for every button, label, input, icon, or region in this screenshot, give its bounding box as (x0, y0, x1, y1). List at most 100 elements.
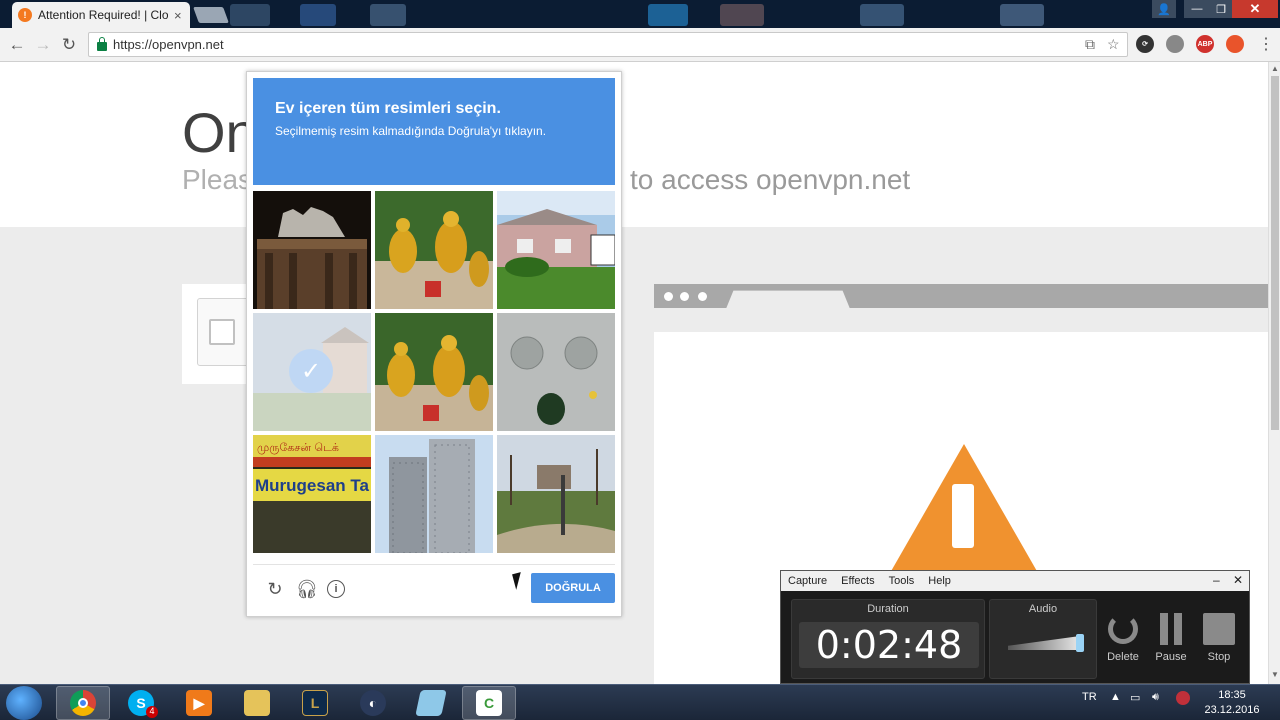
tab-title: Attention Required! | Clo (38, 8, 168, 22)
page-subtitle-left: Pleas (182, 164, 253, 195)
network-icon[interactable]: ▭ (1130, 691, 1140, 704)
background-window-blur (648, 4, 688, 26)
recaptcha-dialog: Ev içeren tüm resimleri seçin. Seçilmemi… (246, 71, 622, 617)
warning-exclamation (952, 484, 974, 548)
audio-level-meter (1008, 636, 1080, 650)
back-arrow-icon[interactable]: ← (6, 34, 28, 56)
image-tile[interactable] (375, 313, 493, 431)
background-window-blur (1000, 4, 1044, 26)
scrollbar-thumb[interactable] (1271, 76, 1279, 430)
volume-icon[interactable]: 🔊︎ (1152, 691, 1159, 704)
forward-arrow-icon[interactable]: → (32, 34, 54, 56)
recorder-minimize-button[interactable]: – (1213, 573, 1220, 587)
bookmark-star-icon[interactable]: ☆ (1107, 36, 1120, 53)
tab-attention-required[interactable]: ! Attention Required! | Clo × (12, 2, 190, 28)
image-tile[interactable] (253, 191, 371, 309)
audio-label: Audio (1028, 603, 1058, 615)
tray-app-icon[interactable] (1176, 691, 1190, 705)
start-button-windows-icon[interactable] (6, 686, 42, 720)
scroll-up-icon[interactable]: ▲ (1271, 64, 1279, 73)
lightbulb-extension-icon[interactable] (1166, 35, 1184, 53)
close-window-button[interactable]: ✕ (1232, 0, 1278, 18)
recaptcha-title: Ev içeren tüm resimleri seçin. (275, 100, 501, 117)
hero-section: On Pleas to access openvpn.net (0, 62, 1268, 227)
taskbar-league-client[interactable]: L (288, 686, 342, 720)
skype-badge: 4 (146, 706, 158, 718)
browser-titlebar: ! Attention Required! | Clo × 👤 — ❐ ✕ (0, 0, 1280, 28)
illustration-dot (698, 292, 707, 301)
image-tile[interactable] (497, 191, 615, 309)
screen-recorder-widget: Capture Effects Tools Help – ✕ Duration … (780, 570, 1250, 684)
recaptcha-instruction: Seçilmemiş resim kalmadığında Doğrula'yı… (275, 124, 547, 138)
chrome-icon (70, 690, 96, 716)
camtasia-icon: C (476, 690, 502, 716)
language-indicator[interactable]: TR (1082, 691, 1097, 703)
verify-button[interactable]: DOĞRULA (531, 573, 615, 603)
maximize-button[interactable]: ❐ (1210, 0, 1232, 18)
illustration-dot (664, 292, 673, 301)
image-tile[interactable] (497, 313, 615, 431)
taskbar-app-glass[interactable] (404, 686, 458, 720)
stop-button[interactable]: Stop (1197, 611, 1241, 663)
image-tile[interactable]: முருகேசன் டெக் Murugesan Ta (253, 435, 371, 553)
translate-icon[interactable]: ⧉ (1085, 36, 1095, 53)
shop-sign-text: Murugesan Ta (255, 476, 370, 495)
pause-label: Pause (1155, 651, 1187, 663)
duration-display: 0:02:48 (799, 622, 979, 668)
reload-challenge-icon[interactable]: ↻ (263, 577, 287, 601)
captcha-checkbox[interactable] (209, 319, 235, 345)
teamspeak-icon: ◐ (360, 690, 386, 716)
recorder-close-button[interactable]: ✕ (1233, 573, 1243, 587)
windows-taskbar: S 4 ▶ L ◐ C TR ▲ ▭ 🔊︎ 18:35 23.12.2016 (0, 684, 1280, 720)
sync-extension-icon[interactable]: ⟳ (1136, 35, 1154, 53)
delete-button[interactable]: Delete (1101, 611, 1145, 663)
reload-icon[interactable]: ↻ (58, 34, 80, 56)
duration-label: Duration (867, 603, 909, 615)
url-text: https://openvpn.net (113, 37, 224, 52)
audio-volume-slider[interactable] (1076, 634, 1084, 652)
taskbar-file-explorer[interactable] (230, 686, 284, 720)
menu-help[interactable]: Help (928, 575, 951, 587)
audio-challenge-icon[interactable]: 🎧︎ (295, 577, 319, 601)
new-tab-button[interactable] (193, 7, 229, 23)
taskbar-media-player[interactable]: ▶ (172, 686, 226, 720)
image-tile[interactable] (375, 435, 493, 553)
taskbar-teamspeak[interactable]: ◐ (346, 686, 400, 720)
background-window-blur (860, 4, 904, 26)
menu-effects[interactable]: Effects (841, 575, 874, 587)
image-grid: ✓ முருகேசன் டெக் Murugesan Ta (253, 191, 617, 555)
scroll-down-icon[interactable]: ▼ (1271, 670, 1279, 679)
page-scrollbar[interactable]: ▲ ▼ (1268, 62, 1280, 684)
tab-close-icon[interactable]: × (174, 8, 182, 23)
address-bar[interactable]: https://openvpn.net ⧉ ☆ (88, 32, 1128, 57)
adblock-plus-icon[interactable]: ABP (1196, 35, 1214, 53)
taskbar-camtasia[interactable]: C (462, 686, 516, 720)
taskbar-skype[interactable]: S 4 (114, 686, 168, 720)
image-tile[interactable] (375, 191, 493, 309)
tray-expand-icon[interactable]: ▲ (1110, 691, 1121, 703)
recorder-menu-bar: Capture Effects Tools Help (781, 571, 1249, 591)
pause-button[interactable]: Pause (1149, 611, 1193, 663)
browser-menu-icon[interactable]: ⋮ (1258, 34, 1274, 54)
image-tile-selected[interactable]: ✓ (253, 313, 371, 431)
info-icon[interactable]: i (327, 580, 345, 598)
pause-icon (1149, 611, 1193, 647)
minimize-button[interactable]: — (1184, 0, 1210, 18)
illustration-dot (680, 292, 689, 301)
image-tile[interactable] (497, 435, 615, 553)
selected-checkmark-icon: ✓ (289, 349, 333, 393)
clock-time: 18:35 (1218, 689, 1246, 701)
audio-panel: Audio (989, 599, 1097, 679)
taskbar-clock[interactable]: 18:35 23.12.2016 (1200, 688, 1264, 718)
background-window-blur (720, 4, 764, 26)
stop-label: Stop (1207, 651, 1231, 663)
background-window-blur (230, 4, 270, 26)
red-extension-icon[interactable] (1226, 35, 1244, 53)
user-profile-icon[interactable]: 👤 (1152, 0, 1176, 18)
menu-capture[interactable]: Capture (788, 575, 827, 587)
shop-sign-tamil: முருகேசன் டெக் (257, 441, 339, 454)
menu-tools[interactable]: Tools (889, 575, 915, 587)
taskbar-chrome[interactable] (56, 686, 110, 720)
league-icon: L (302, 690, 328, 716)
clock-date: 23.12.2016 (1204, 704, 1260, 716)
